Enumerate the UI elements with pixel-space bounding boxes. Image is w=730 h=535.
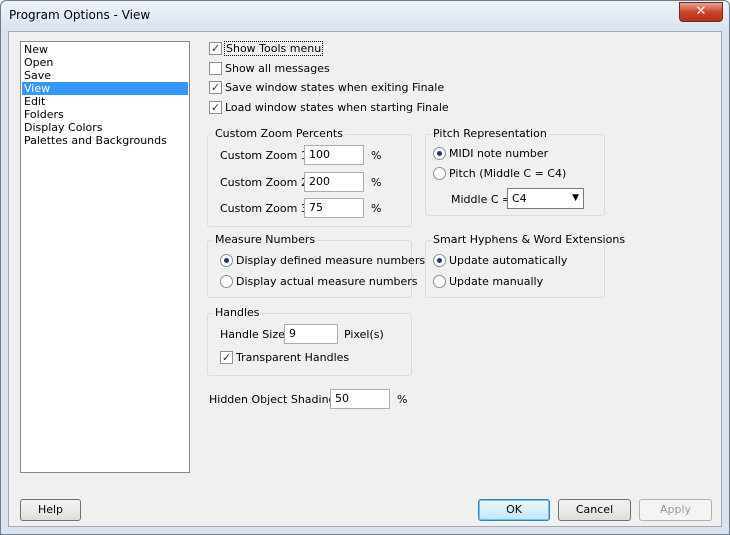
smart-hyphens-group-label: Smart Hyphens & Word Extensions bbox=[431, 233, 628, 246]
load-window-states-checkbox[interactable]: ✓ Load window states when starting Final… bbox=[209, 101, 449, 114]
save-window-states-checkbox[interactable]: ✓ Save window states when exiting Finale bbox=[209, 81, 444, 94]
display-actual-measure-numbers-radio[interactable]: Display actual measure numbers bbox=[220, 275, 418, 288]
hidden-object-shading-label: Hidden Object Shading: bbox=[209, 393, 340, 406]
custom-zoom-3-unit: % bbox=[371, 202, 382, 215]
radio-selected-dot bbox=[437, 258, 442, 263]
apply-button[interactable]: Apply bbox=[639, 499, 712, 521]
custom-zoom-3-label: Custom Zoom 3: bbox=[220, 202, 312, 215]
transparent-handles-label: Transparent Handles bbox=[236, 351, 350, 364]
category-item-edit[interactable]: Edit bbox=[22, 95, 188, 108]
radio-selected-dot bbox=[437, 151, 442, 156]
measure-numbers-group-label: Measure Numbers bbox=[213, 233, 318, 246]
handle-size-label: Handle Size: bbox=[220, 328, 289, 341]
ok-button[interactable]: OK bbox=[478, 499, 550, 521]
measure-numbers-group: Measure Numbers bbox=[207, 233, 412, 298]
checkmark-icon: ✓ bbox=[220, 351, 233, 364]
help-button[interactable]: Help bbox=[20, 499, 81, 521]
cancel-button[interactable]: Cancel bbox=[558, 499, 631, 521]
custom-zoom-3-input[interactable]: 75 bbox=[304, 198, 364, 218]
smart-hyphens-group: Smart Hyphens & Word Extensions bbox=[425, 233, 628, 298]
custom-zoom-2-label: Custom Zoom 2: bbox=[220, 176, 312, 189]
middle-c-select[interactable]: C4 ▼ bbox=[507, 188, 584, 209]
category-list[interactable]: New Open Save View Edit Folders Display … bbox=[20, 41, 190, 473]
load-window-states-label: Load window states when starting Finale bbox=[225, 101, 449, 114]
dialog-client-area: New Open Save View Edit Folders Display … bbox=[8, 31, 722, 527]
custom-zoom-2-unit: % bbox=[371, 176, 382, 189]
save-window-states-label: Save window states when exiting Finale bbox=[225, 81, 445, 94]
midi-note-number-radio[interactable]: MIDI note number bbox=[433, 147, 548, 160]
show-tools-menu-label: Show Tools menu bbox=[223, 41, 324, 56]
update-automatically-label: Update automatically bbox=[449, 254, 568, 267]
display-defined-measure-numbers-radio[interactable]: Display defined measure numbers bbox=[220, 254, 425, 267]
show-tools-menu-checkbox[interactable]: ✓ Show Tools menu bbox=[209, 41, 324, 56]
display-defined-measure-numbers-label: Display defined measure numbers bbox=[236, 254, 426, 267]
update-automatically-radio[interactable]: Update automatically bbox=[433, 254, 567, 267]
middle-c-selected-value: C4 bbox=[512, 192, 527, 205]
custom-zoom-1-label: Custom Zoom 1: bbox=[220, 149, 312, 162]
hidden-object-shading-input[interactable]: 50 bbox=[330, 389, 390, 409]
middle-c-label: Middle C = bbox=[451, 193, 512, 206]
category-item-open[interactable]: Open bbox=[22, 56, 188, 69]
category-item-display-colors[interactable]: Display Colors bbox=[22, 121, 188, 134]
midi-note-number-label: MIDI note number bbox=[449, 147, 549, 160]
chevron-down-icon: ▼ bbox=[572, 193, 579, 203]
category-item-save[interactable]: Save bbox=[22, 69, 188, 82]
custom-zoom-2-input[interactable]: 200 bbox=[304, 172, 364, 192]
category-item-palettes[interactable]: Palettes and Backgrounds bbox=[22, 134, 188, 147]
show-all-messages-label: Show all messages bbox=[225, 62, 330, 75]
update-manually-label: Update manually bbox=[449, 275, 544, 288]
close-button[interactable]: ✕ bbox=[679, 2, 723, 22]
checkmark-icon: ✓ bbox=[209, 42, 222, 55]
handles-group: Handles bbox=[207, 306, 412, 376]
program-options-dialog: Program Options - View ✕ New Open Save V… bbox=[0, 0, 730, 535]
category-item-view[interactable]: View bbox=[22, 82, 188, 95]
checkmark-icon: ✓ bbox=[209, 81, 222, 94]
pitch-representation-group-label: Pitch Representation bbox=[431, 127, 549, 140]
checkmark-icon: ✓ bbox=[209, 101, 222, 114]
category-item-new[interactable]: New bbox=[22, 43, 188, 56]
radio-selected-dot bbox=[224, 258, 229, 263]
close-icon: ✕ bbox=[695, 4, 707, 19]
hidden-object-shading-unit: % bbox=[397, 393, 408, 406]
show-all-messages-checkbox[interactable]: Show all messages bbox=[209, 62, 330, 75]
update-manually-radio[interactable]: Update manually bbox=[433, 275, 543, 288]
custom-zoom-1-unit: % bbox=[371, 149, 382, 162]
custom-zoom-group-label: Custom Zoom Percents bbox=[213, 127, 345, 140]
display-actual-measure-numbers-label: Display actual measure numbers bbox=[236, 275, 418, 288]
title-bar: Program Options - View ✕ bbox=[1, 1, 729, 31]
pitch-middle-c-label: Pitch (Middle C = C4) bbox=[449, 167, 567, 180]
custom-zoom-1-input[interactable]: 100 bbox=[304, 145, 364, 165]
handle-size-input[interactable]: 9 bbox=[284, 324, 338, 344]
handles-group-label: Handles bbox=[213, 306, 262, 319]
pitch-middle-c-radio[interactable]: Pitch (Middle C = C4) bbox=[433, 167, 566, 180]
handle-size-unit: Pixel(s) bbox=[344, 328, 384, 341]
window-title: Program Options - View bbox=[9, 8, 151, 22]
category-item-folders[interactable]: Folders bbox=[22, 108, 188, 121]
transparent-handles-checkbox[interactable]: ✓ Transparent Handles bbox=[220, 351, 349, 364]
